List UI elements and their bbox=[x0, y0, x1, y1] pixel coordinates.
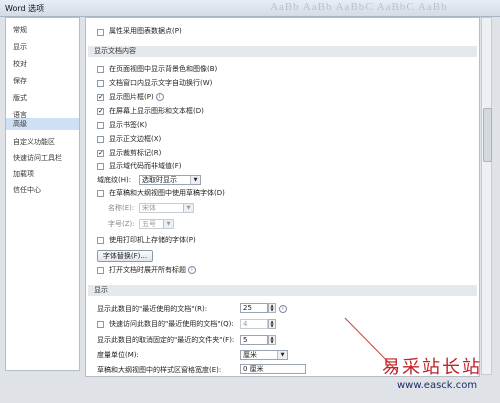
watermark-url: www.easck.com bbox=[397, 380, 478, 391]
annotation-arrow bbox=[344, 317, 399, 373]
watermark-title: 易采站长站 bbox=[382, 357, 482, 378]
